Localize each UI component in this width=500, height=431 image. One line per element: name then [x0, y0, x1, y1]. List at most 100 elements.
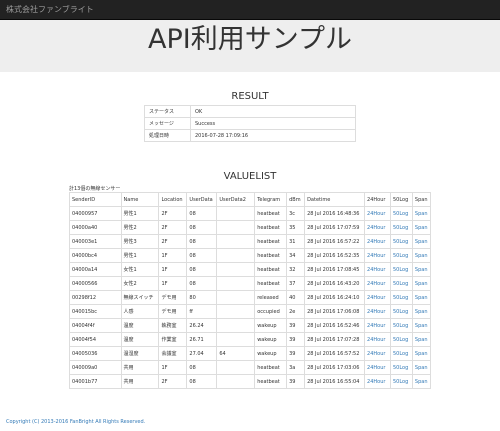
span-link[interactable]: Span [415, 337, 428, 343]
jumbotron: API利用サンプル [0, 20, 500, 72]
navbar-brand[interactable]: 株式会社ファンブライト [6, 4, 94, 16]
24hour-link[interactable]: 24Hour [367, 351, 385, 357]
table-cell: 040009a0 [69, 360, 122, 375]
table-cell: 35 [286, 220, 306, 235]
column-header: dBm [286, 192, 306, 207]
24hour-link[interactable]: 24Hour [367, 379, 385, 385]
50log-link[interactable]: 50Log [393, 225, 408, 231]
24hour-link[interactable]: 24Hour [367, 225, 385, 231]
span-link[interactable]: Span [415, 351, 428, 357]
table-cell: 24Hour [364, 234, 391, 249]
table-cell: heatbeat [254, 374, 288, 389]
50log-link[interactable]: 50Log [393, 267, 408, 273]
result-table: ステータス OK メッセージ Success 処理日時 2016-07-28 1… [144, 105, 356, 142]
table-cell: 1F [158, 248, 188, 263]
span-link[interactable]: Span [415, 365, 428, 371]
24hour-link[interactable]: 24Hour [367, 239, 385, 245]
table-cell [216, 276, 256, 291]
table-cell: Span [411, 346, 432, 361]
span-link[interactable]: Span [415, 323, 428, 329]
table-cell: 32 [286, 262, 306, 277]
table-cell: 1F [158, 276, 188, 291]
column-header: Location [158, 192, 188, 207]
table-cell: 執務室 [158, 318, 188, 333]
table-cell [216, 262, 256, 277]
table-cell: 28 Jul 2016 17:08:45 [304, 262, 366, 277]
table-cell: 無線スイッチ [120, 290, 160, 305]
table-cell: 温度 [120, 332, 160, 347]
24hour-link[interactable]: 24Hour [367, 211, 385, 217]
page-title: API利用サンプル [148, 24, 352, 55]
table-cell: 2e [286, 304, 306, 319]
50log-link[interactable]: 50Log [393, 211, 408, 217]
table-cell [216, 374, 256, 389]
table-cell: 26.71 [186, 332, 218, 347]
table-cell: heatbeat [254, 220, 288, 235]
column-header: Datetime [304, 192, 366, 207]
table-cell: Span [411, 248, 432, 263]
table-row: 04000a14 女性1 1F 08 heatbeat 32 28 Jul 2016 17:… [69, 262, 432, 277]
50log-link[interactable]: 50Log [393, 337, 408, 343]
24hour-link[interactable]: 24Hour [367, 253, 385, 259]
50log-link[interactable]: 50Log [393, 351, 408, 357]
50log-link[interactable]: 50Log [393, 323, 408, 329]
50log-link[interactable]: 50Log [393, 295, 408, 301]
table-cell: 24Hour [364, 346, 391, 361]
table-cell: 50Log [389, 332, 413, 347]
table-cell: 08 [186, 262, 218, 277]
table-cell: 3a [286, 360, 306, 375]
span-link[interactable]: Span [415, 253, 428, 259]
table-cell: Span [411, 332, 432, 347]
table-cell: 50Log [389, 318, 413, 333]
span-link[interactable]: Span [415, 379, 428, 385]
span-link[interactable]: Span [415, 295, 428, 301]
table-cell: 50Log [389, 220, 413, 235]
table-cell: 24Hour [364, 318, 391, 333]
column-header: UserData2 [216, 192, 256, 207]
span-link[interactable]: Span [415, 267, 428, 273]
table-cell: 男性2 [120, 220, 160, 235]
table-cell: 28 Jul 2016 16:57:22 [304, 234, 366, 249]
table-cell: 08 [186, 248, 218, 263]
24hour-link[interactable]: 24Hour [367, 365, 385, 371]
table-cell: 28 Jul 2016 17:03:06 [304, 360, 366, 375]
50log-link[interactable]: 50Log [393, 365, 408, 371]
50log-link[interactable]: 50Log [393, 281, 408, 287]
24hour-link[interactable]: 24Hour [367, 337, 385, 343]
footer-copyright: Copyright (C) 2013-2016 FanBright All Ri… [6, 419, 146, 425]
24hour-link[interactable]: 24Hour [367, 309, 385, 315]
table-cell: Span [411, 234, 432, 249]
table-cell: ff [186, 304, 218, 319]
24hour-link[interactable]: 24Hour [367, 295, 385, 301]
span-link[interactable]: Span [415, 239, 428, 245]
span-link[interactable]: Span [415, 309, 428, 315]
table-cell: 04005036 [69, 346, 122, 361]
table-cell: 08 [186, 374, 218, 389]
50log-link[interactable]: 50Log [393, 239, 408, 245]
span-link[interactable]: Span [415, 281, 428, 287]
24hour-link[interactable]: 24Hour [367, 281, 385, 287]
table-cell: 50Log [389, 346, 413, 361]
span-link[interactable]: Span [415, 211, 428, 217]
50log-link[interactable]: 50Log [393, 253, 408, 259]
table-cell [216, 206, 256, 221]
table-cell: 24Hour [364, 262, 391, 277]
50log-link[interactable]: 50Log [393, 379, 408, 385]
table-cell: heatbeat [254, 248, 288, 263]
span-link[interactable]: Span [415, 225, 428, 231]
table-cell: Span [411, 206, 432, 221]
50log-link[interactable]: 50Log [393, 309, 408, 315]
table-cell: 24Hour [364, 290, 391, 305]
24hour-link[interactable]: 24Hour [367, 323, 385, 329]
table-cell: 温度 [120, 318, 160, 333]
table-cell: Span [411, 304, 432, 319]
24hour-link[interactable]: 24Hour [367, 267, 385, 273]
table-cell: 04000a40 [69, 220, 122, 235]
table-cell: heatbeat [254, 262, 288, 277]
table-body: 04000957 男性1 2F 08 heatbeat 3c 28 Jul 2016 16:… [69, 206, 432, 389]
table-cell: 男性1 [120, 248, 160, 263]
table-cell: heatbeat [254, 234, 288, 249]
table-cell: wakeup [254, 332, 288, 347]
table-cell: 040015bc [69, 304, 122, 319]
table-cell: 28 Jul 2016 16:24:10 [304, 290, 366, 305]
